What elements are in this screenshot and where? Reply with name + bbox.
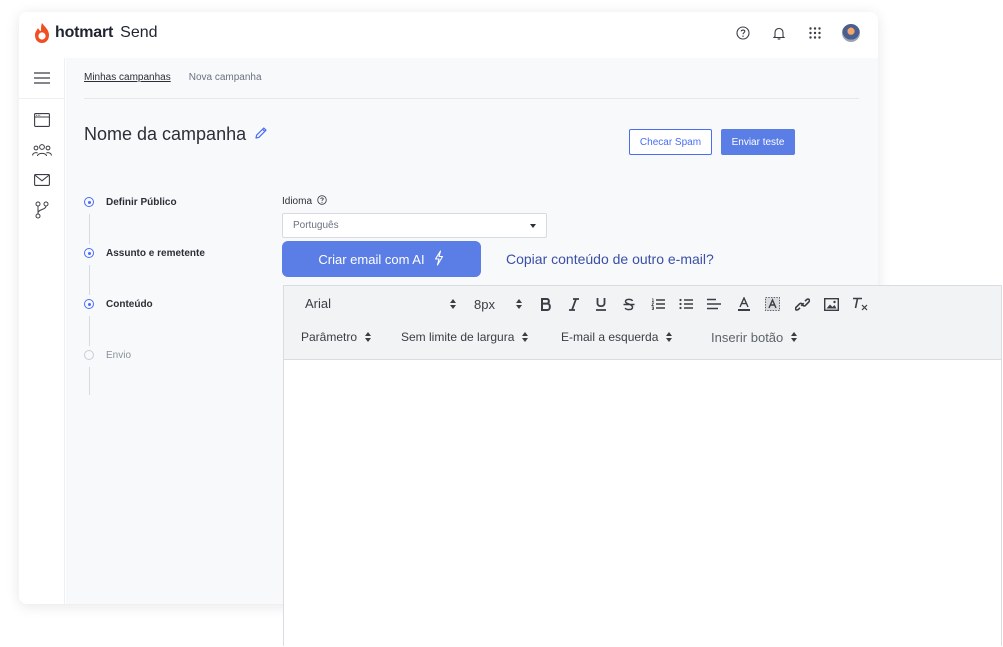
bullet-list-icon[interactable]: [678, 295, 694, 313]
width-label: Sem limite de largura: [401, 330, 515, 344]
caret-down-icon: [530, 223, 536, 228]
font-size-updown-icon[interactable]: [516, 295, 523, 313]
email-editor: Arial 8px Parâmetro Sem limite de largur…: [283, 285, 1002, 647]
font-size-select[interactable]: 8px: [474, 295, 495, 313]
git-branch-icon[interactable]: [32, 200, 52, 220]
insert-button-label: Inserir botão: [711, 329, 784, 345]
breadcrumb: Minhas campanhas Nova campanha: [84, 72, 262, 83]
bell-icon[interactable]: [770, 24, 788, 42]
ordered-list-icon[interactable]: [650, 295, 666, 313]
page-title: Nome da campanha: [84, 124, 268, 145]
step-connector: [89, 214, 90, 244]
help-circle-icon[interactable]: [734, 24, 752, 42]
avatar: [842, 24, 860, 42]
send-test-button[interactable]: Enviar teste: [721, 129, 795, 155]
underline-icon[interactable]: [594, 295, 608, 313]
top-bar: hotmart Send: [19, 12, 878, 58]
bold-icon[interactable]: [539, 295, 553, 313]
language-select[interactable]: Português: [282, 213, 547, 238]
alignment-label: E-mail a esquerda: [561, 330, 659, 344]
image-icon[interactable]: [823, 295, 839, 313]
parameter-label: Parâmetro: [301, 330, 358, 344]
sidebar: [19, 58, 65, 604]
grid-icon[interactable]: [806, 24, 824, 42]
breadcrumb-divider: [84, 98, 859, 99]
step-label: Conteúdo: [106, 298, 153, 310]
envelope-icon[interactable]: [32, 170, 52, 190]
clear-format-icon[interactable]: [852, 295, 868, 313]
step-connector: [89, 367, 90, 395]
top-icons: [734, 24, 860, 42]
step-indicator: [84, 248, 94, 258]
step-label: Definir Público: [106, 196, 177, 208]
step-define-audience[interactable]: Definir Público: [84, 192, 284, 212]
font-size-value: 8px: [474, 296, 495, 312]
user-avatar[interactable]: [842, 24, 860, 42]
font-family-value: Arial: [305, 296, 332, 311]
sidebar-divider: [19, 98, 65, 99]
updown-icon: [791, 332, 798, 342]
step-subject-sender[interactable]: Assunto e remetente: [84, 243, 284, 263]
browser-window-icon[interactable]: [32, 110, 52, 130]
breadcrumb-current: Nova campanha: [188, 72, 262, 83]
text-color-icon[interactable]: [736, 295, 752, 313]
insert-button-select[interactable]: Inserir botão: [711, 329, 798, 345]
strikethrough-icon[interactable]: [622, 295, 636, 313]
campaign-name: Nome da campanha: [84, 124, 247, 144]
updown-icon: [666, 332, 673, 342]
language-selected-value: Português: [293, 220, 339, 231]
language-label-text: Idioma: [282, 196, 313, 207]
italic-icon[interactable]: [567, 295, 581, 313]
updown-icon: [365, 332, 372, 342]
step-indicator: [84, 299, 94, 309]
step-indicator: [84, 197, 94, 207]
product-name: Send: [120, 24, 158, 41]
step-label: Assunto e remetente: [106, 247, 205, 259]
step-send[interactable]: Envio: [84, 345, 284, 365]
background-color-icon[interactable]: [764, 295, 780, 313]
step-label: Envio: [106, 349, 132, 361]
flame-icon: [35, 23, 49, 43]
font-family-select[interactable]: Arial: [305, 296, 331, 311]
step-indicator: [84, 350, 94, 360]
language-label: Idioma: [282, 195, 327, 208]
editor-toolbar: Arial 8px Parâmetro Sem limite de largur…: [284, 286, 1001, 360]
width-select[interactable]: Sem limite de largura: [401, 329, 529, 345]
align-left-icon[interactable]: [706, 295, 722, 313]
alignment-select[interactable]: E-mail a esquerda: [561, 329, 673, 345]
help-circle-icon[interactable]: [317, 195, 327, 208]
lightning-icon: [433, 249, 445, 269]
hamburger-icon[interactable]: [32, 68, 52, 88]
editor-body[interactable]: [284, 360, 1001, 647]
font-family-updown-icon[interactable]: [450, 295, 457, 313]
parameter-select[interactable]: Parâmetro: [301, 329, 372, 345]
step-content[interactable]: Conteúdo: [84, 294, 284, 314]
copy-content-link[interactable]: Copiar conteúdo de outro e-mail?: [506, 251, 714, 267]
pencil-icon[interactable]: [254, 124, 268, 145]
brand-name: hotmart: [55, 24, 114, 41]
create-email-ai-button[interactable]: Criar email com AI: [282, 241, 481, 277]
updown-icon: [522, 332, 529, 342]
ai-button-label: Criar email com AI: [318, 251, 425, 267]
breadcrumb-parent-link[interactable]: Minhas campanhas: [84, 72, 171, 83]
logo[interactable]: hotmart Send: [33, 22, 158, 44]
link-icon[interactable]: [794, 295, 810, 313]
step-connector: [89, 265, 90, 295]
users-icon[interactable]: [32, 140, 52, 160]
spam-check-button[interactable]: Checar Spam: [629, 129, 712, 155]
step-connector: [89, 316, 90, 346]
